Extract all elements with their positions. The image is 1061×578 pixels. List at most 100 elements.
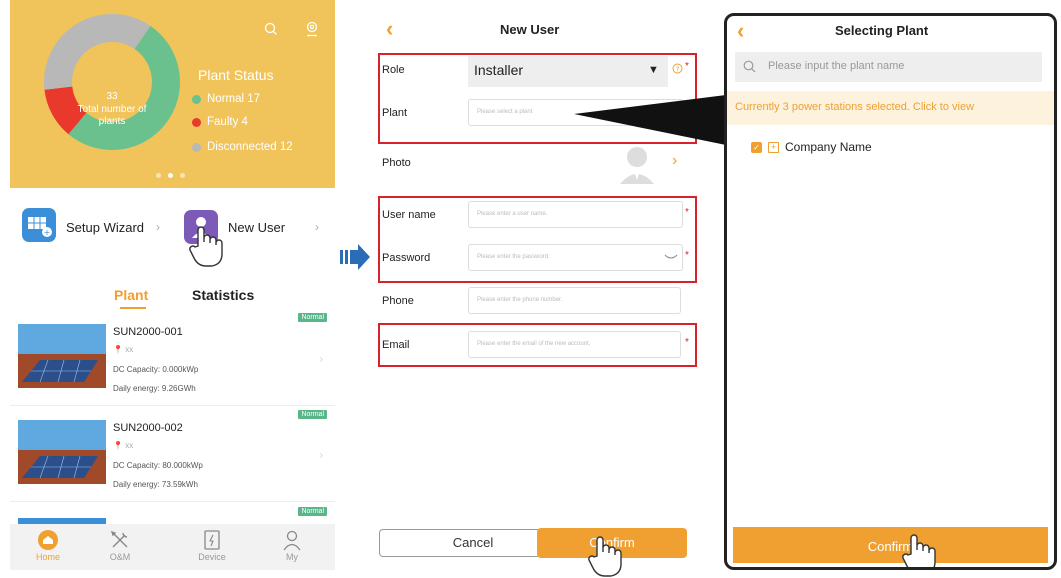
search-icon[interactable] (264, 22, 278, 36)
required-mark: * (685, 337, 689, 348)
tools-icon (90, 528, 150, 552)
daily-energy: Daily energy: 9.26GWh (113, 384, 196, 393)
password-input[interactable]: Please enter the password. (468, 244, 683, 271)
eye-closed-icon[interactable] (664, 254, 678, 260)
new-user-screen: ‹ New User Role Installer ▼ ? * Plant Pl… (372, 0, 697, 577)
normal-dot (192, 94, 201, 104)
avatar[interactable] (620, 144, 654, 184)
search-placeholder: Please input the plant name (768, 60, 905, 72)
plant-photo (18, 420, 106, 484)
company-name: Company Name (785, 140, 872, 154)
plant-row[interactable]: SUN2000-001 📍 xx DC Capacity: 0.000kWp D… (10, 313, 335, 406)
pager-dot[interactable] (180, 173, 185, 178)
dc-capacity: DC Capacity: 80.000kWp (113, 461, 203, 470)
faulty-dot (192, 117, 201, 127)
email-label: Email (382, 339, 410, 351)
password-label: Password (382, 252, 431, 264)
setup-wizard-icon[interactable]: + (22, 208, 56, 242)
bottom-nav: Home O&M Device My (10, 524, 335, 570)
home-icon (18, 528, 78, 552)
plant-location: 📍 xx (113, 441, 134, 450)
location-text: xx (125, 345, 134, 354)
tab-underline (120, 307, 146, 309)
status-badge: Normal (298, 507, 327, 516)
selecting-plant-screen: ‹ Selecting Plant Please input the plant… (724, 13, 1057, 570)
role-value: Installer (474, 62, 524, 78)
back-icon[interactable]: ‹ (737, 20, 744, 42)
page-title: Selecting Plant (835, 23, 929, 38)
search-icon (743, 60, 756, 73)
plant-label: Plant (382, 107, 408, 119)
nav-device[interactable]: Device (182, 524, 242, 562)
status-badge: Normal (298, 313, 327, 322)
daily-energy: Daily energy: 73.59kWh (113, 480, 198, 489)
phone-input[interactable]: Please enter the phone number. (468, 287, 681, 314)
help-icon[interactable]: ? (672, 63, 683, 74)
nav-device-label: Device (198, 552, 226, 562)
svg-text:+: + (44, 228, 51, 237)
callout-pointer (574, 95, 726, 145)
nav-home[interactable]: Home (18, 524, 78, 562)
legend-disconnected-label: Disconnected 12 (207, 141, 293, 153)
chevron-right-icon: › (156, 220, 160, 234)
chevron-right-icon: › (315, 220, 319, 234)
setup-wizard-label[interactable]: Setup Wizard (66, 220, 144, 235)
company-tree-item[interactable]: ✓ + Company Name (751, 140, 872, 154)
dc-capacity: DC Capacity: 0.000kWp (113, 365, 199, 374)
tab-statistics[interactable]: Statistics (192, 287, 254, 303)
email-input[interactable]: Please enter the email of the new accoun… (468, 331, 681, 358)
expand-icon[interactable]: + (768, 141, 779, 153)
photo-label: Photo (382, 157, 411, 169)
svg-text:?: ? (676, 65, 680, 73)
required-mark: * (685, 207, 689, 218)
username-input[interactable]: Please enter a user name. (468, 201, 683, 228)
role-select[interactable]: Installer ▼ (468, 56, 668, 87)
legend-normal: Normal 17 (192, 93, 260, 105)
nav-home-label: Home (35, 552, 60, 562)
role-label: Role (382, 64, 405, 76)
plant-row[interactable]: SUN2000-002 📍 xx DC Capacity: 80.000kWp … (10, 410, 335, 502)
chevron-down-icon: ▼ (648, 64, 659, 76)
home-screen: 33 Total number of plants Plant Status N… (10, 0, 335, 570)
legend-disconnected: Disconnected 12 (192, 141, 293, 153)
total-count: 33 (106, 91, 118, 102)
selection-info[interactable]: Currently 3 power stations selected. Cli… (727, 91, 1054, 125)
plant-location: 📍 xx (113, 345, 134, 354)
pager-dot[interactable] (156, 173, 161, 178)
device-icon (182, 528, 242, 552)
plant-status-donut (44, 14, 180, 150)
pager-dot-active[interactable] (168, 173, 173, 178)
plant-search-field[interactable]: Please input the plant name (735, 52, 1042, 82)
new-user-label[interactable]: New User (228, 220, 285, 235)
tab-plant[interactable]: Plant (114, 287, 148, 303)
chevron-right-icon[interactable]: › (672, 152, 677, 170)
status-badge: Normal (298, 410, 327, 419)
plant-status-title: Plant Status (198, 67, 274, 83)
nav-om-label: O&M (109, 552, 131, 562)
back-icon[interactable]: ‹ (386, 18, 393, 40)
plant-photo (18, 324, 106, 388)
hand-pointer-icon (585, 534, 625, 578)
phone-label: Phone (382, 295, 414, 307)
legend-faulty-label: Faulty 4 (207, 116, 248, 128)
legend-faulty: Faulty 4 (192, 116, 248, 128)
chevron-right-icon: › (319, 354, 323, 365)
plant-name: SUN2000-001 (113, 326, 183, 338)
nav-om[interactable]: O&M (90, 524, 150, 562)
location-icon[interactable] (305, 21, 319, 37)
page-title: New User (500, 22, 560, 37)
chevron-right-icon: › (319, 450, 323, 461)
arrow-right-icon (340, 242, 370, 272)
plant-status-card: 33 Total number of plants Plant Status N… (10, 0, 335, 188)
location-text: xx (125, 441, 134, 450)
required-mark: * (685, 250, 689, 261)
checkbox-checked-icon[interactable]: ✓ (751, 141, 762, 153)
confirm-button[interactable]: Confirm (733, 527, 1048, 563)
required-mark: * (685, 61, 689, 72)
nav-my[interactable]: My (262, 524, 322, 562)
plant-name: SUN2000-002 (113, 422, 183, 434)
person-icon (262, 528, 322, 552)
disconnected-dot (192, 142, 201, 152)
hand-pointer-icon (899, 532, 939, 567)
legend-normal-label: Normal 17 (207, 93, 261, 105)
